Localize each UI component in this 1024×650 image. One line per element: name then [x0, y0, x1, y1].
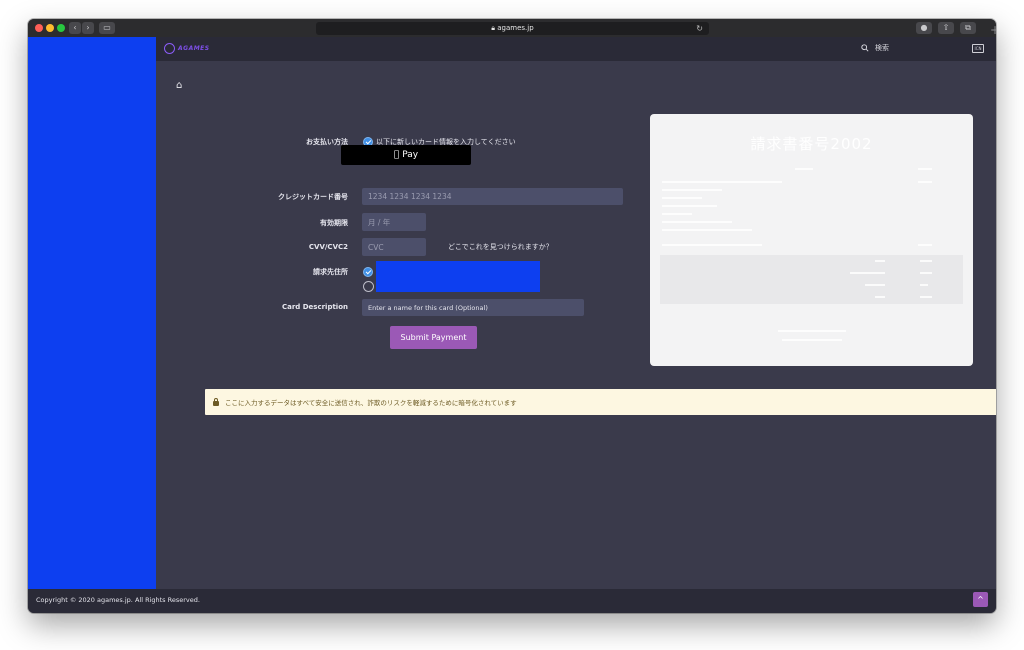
profile-icon[interactable]: ICN: [972, 44, 984, 53]
invoice-line: [662, 205, 717, 207]
scroll-to-top-button[interactable]: ^: [973, 592, 988, 607]
address-text: agames.jp: [497, 24, 534, 32]
address-bar[interactable]: 🔒︎ agames.jp ↻: [316, 22, 709, 35]
invoice-line: [795, 168, 813, 170]
logo-text: AGAMES: [178, 45, 210, 52]
reload-icon[interactable]: ↻: [696, 22, 703, 35]
top-navigation: AGAMES 検索 ICN: [156, 37, 996, 61]
invoice-line: [918, 181, 932, 183]
submit-payment-button[interactable]: Submit Payment: [390, 326, 477, 349]
invoice-line: [920, 272, 932, 274]
card-description-placeholder: Enter a name for this card (Optional): [368, 303, 488, 312]
expiry-input[interactable]: 月 / 年: [362, 213, 426, 231]
tabs-button[interactable]: ⧉: [960, 22, 976, 34]
invoice-line: [662, 229, 752, 231]
browser-window: ‹ › ▭ 🔒︎ agames.jp ↻ ● ⇧ ⧉ + AGAMES 検索 I…: [28, 19, 996, 613]
lock-icon: [213, 397, 219, 406]
main-content: ⌂ お支払い方法 以下に新しいカード情報を入力してください  Pay クレジッ…: [156, 61, 996, 589]
forward-button[interactable]: ›: [82, 22, 94, 34]
sidebar-toggle-button[interactable]: ▭: [99, 22, 115, 34]
browser-titlebar: ‹ › ▭ 🔒︎ agames.jp ↻ ● ⇧ ⧉ +: [28, 19, 996, 37]
back-button[interactable]: ‹: [69, 22, 81, 34]
invoice-line: [920, 284, 928, 286]
apple-icon: : [394, 150, 399, 160]
invoice-card: 請求書番号2002: [650, 114, 973, 366]
search-button[interactable]: 検索: [861, 43, 889, 53]
invoice-line: [918, 244, 932, 246]
invoice-line: [920, 260, 932, 262]
payment-method-label: お支払い方法: [306, 138, 348, 146]
site-logo[interactable]: AGAMES: [164, 43, 210, 54]
security-notice-text: ここに入力するデータはすべて安全に送信され、詐欺のリスクを軽減するために暗号化さ…: [225, 399, 517, 407]
invoice-summary: [660, 255, 963, 304]
invoice-line: [662, 244, 762, 246]
copyright-text: Copyright © 2020 agames.jp. All Rights R…: [36, 596, 200, 604]
minimize-window-button[interactable]: [46, 24, 54, 32]
share-button[interactable]: ⇧: [938, 22, 954, 34]
billing-address-block: [376, 261, 540, 292]
cvc-input[interactable]: CVC: [362, 238, 426, 256]
invoice-line: [865, 284, 885, 286]
downloads-button[interactable]: ●: [916, 22, 932, 34]
billing-address-label: 請求先住所: [313, 268, 348, 276]
maximize-window-button[interactable]: [57, 24, 65, 32]
home-icon[interactable]: ⌂: [176, 80, 182, 91]
billing-address-radio-unchecked[interactable]: [363, 281, 374, 292]
billing-address-radio-checked[interactable]: [363, 267, 373, 277]
card-number-input[interactable]: 1234 1234 1234 1234: [362, 188, 623, 205]
invoice-line: [875, 296, 885, 298]
invoice-line: [662, 189, 722, 191]
invoice-line: [782, 339, 842, 341]
cvc-label: CVV/CVC2: [308, 243, 348, 251]
footer: Copyright © 2020 agames.jp. All Rights R…: [28, 589, 996, 613]
invoice-line: [850, 272, 885, 274]
close-window-button[interactable]: [35, 24, 43, 32]
invoice-line: [920, 296, 932, 298]
invoice-title: 請求書番号2002: [750, 135, 873, 153]
search-icon: [861, 44, 869, 52]
submit-payment-label: Submit Payment: [400, 333, 467, 342]
invoice-line: [875, 260, 885, 262]
invoice-line: [778, 330, 846, 332]
card-number-placeholder: 1234 1234 1234 1234: [368, 192, 452, 201]
card-description-input[interactable]: Enter a name for this card (Optional): [362, 299, 584, 316]
chevron-up-icon: ^: [977, 595, 984, 604]
invoice-line: [918, 168, 932, 170]
invoice-line: [662, 197, 702, 199]
search-label: 検索: [875, 44, 889, 52]
lock-icon: 🔒︎: [491, 24, 496, 32]
security-notice: ここに入力するデータはすべて安全に送信され、詐欺のリスクを軽減するために暗号化さ…: [205, 389, 996, 415]
invoice-line: [662, 213, 692, 215]
apple-pay-label: Pay: [399, 150, 418, 160]
apple-pay-button[interactable]:  Pay: [341, 145, 471, 165]
new-tab-button[interactable]: +: [990, 23, 996, 37]
invoice-line: [662, 221, 732, 223]
invoice-line: [662, 181, 782, 183]
card-number-label: クレジットカード番号: [278, 193, 348, 201]
logo-icon: [164, 43, 175, 54]
cvc-help-link[interactable]: どこでこれを見つけられますか？: [448, 242, 553, 252]
expiry-label: 有効期限: [320, 219, 348, 227]
expiry-placeholder: 月 / 年: [368, 217, 391, 227]
card-description-label: Card Description: [281, 303, 348, 311]
sidebar: [28, 37, 156, 589]
cvc-placeholder: CVC: [368, 242, 384, 252]
